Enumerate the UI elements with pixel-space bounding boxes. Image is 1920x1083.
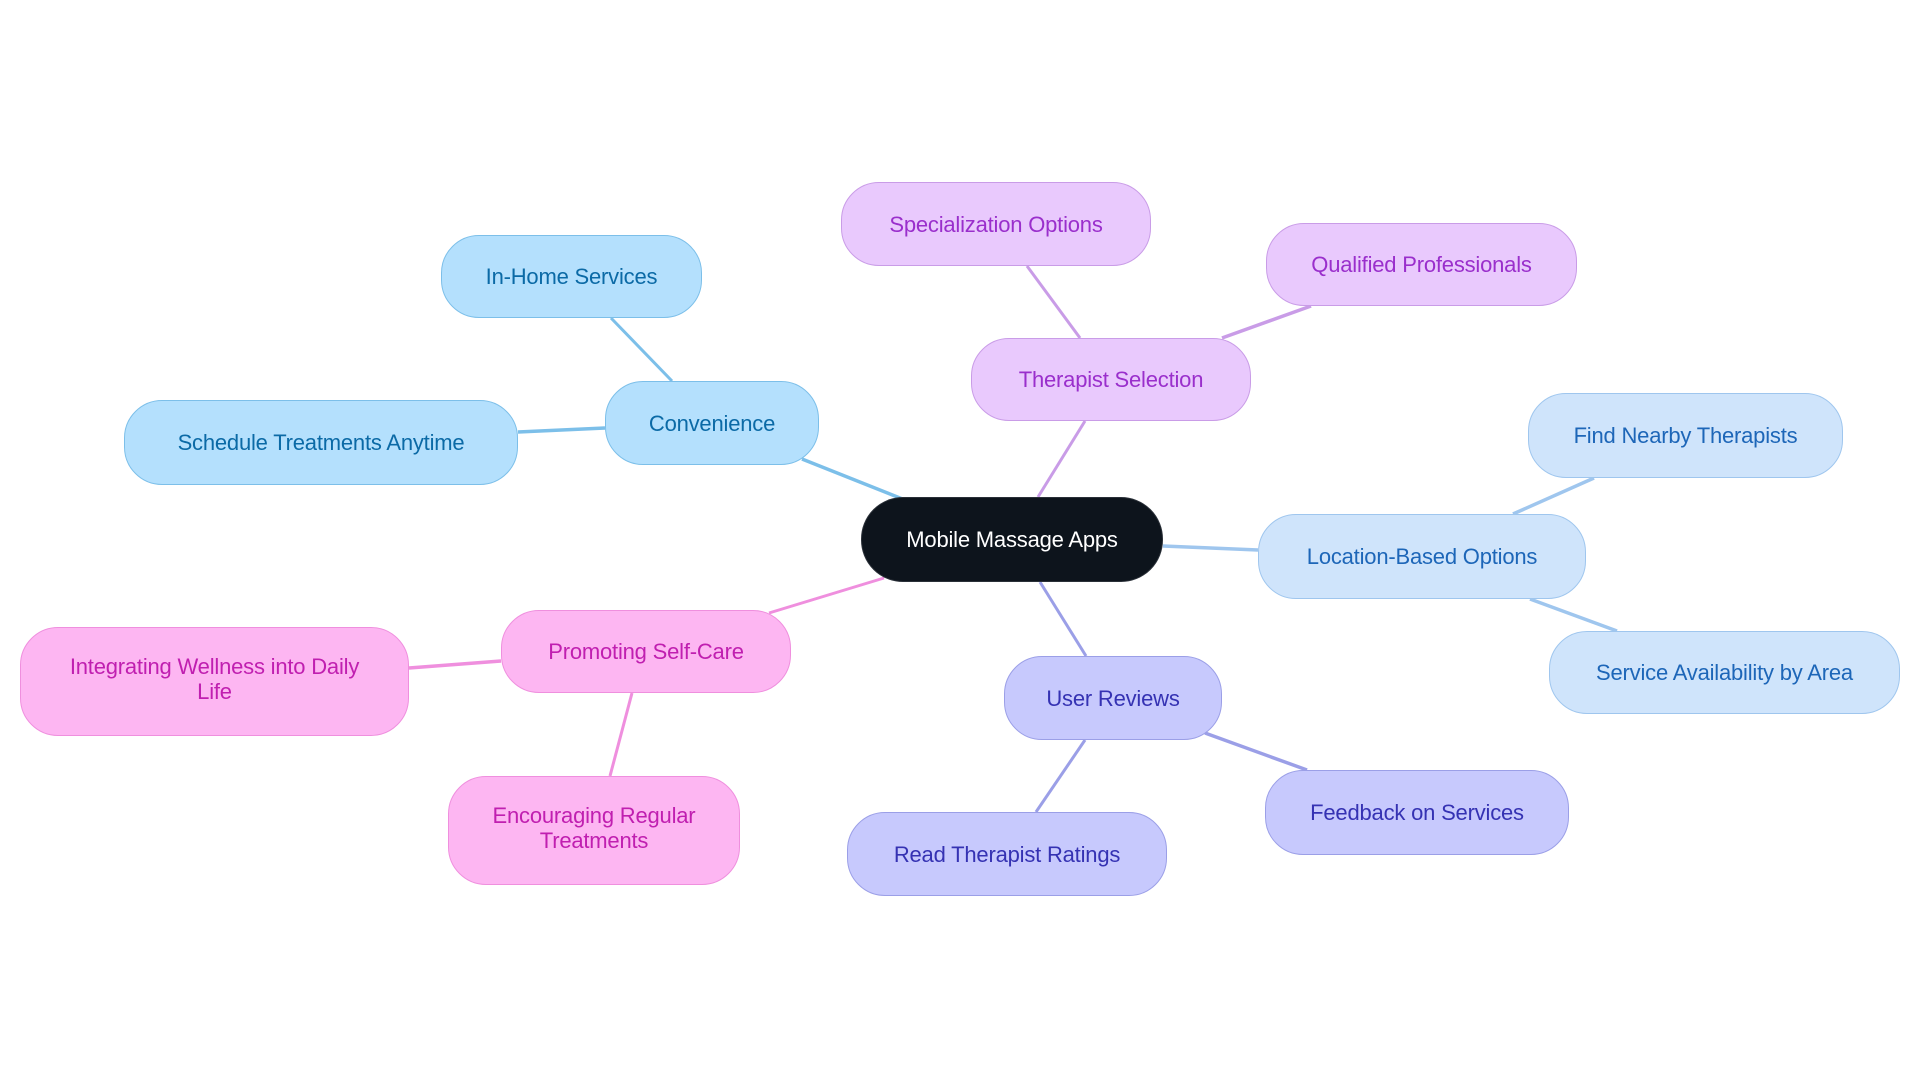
edge-root-convenience (801, 457, 906, 502)
node-label: Encouraging Regular Treatments (492, 803, 696, 853)
node-label: Specialization Options (889, 211, 1103, 237)
node-convenience[interactable]: Convenience (605, 381, 819, 465)
node-label: Mobile Massage Apps (906, 527, 1118, 552)
node-read-therapist-ratings[interactable]: Read Therapist Ratings (847, 812, 1167, 896)
node-therapist-selection[interactable]: Therapist Selection (971, 338, 1251, 421)
node-label: In-Home Services (485, 264, 658, 289)
node-service-availability[interactable]: Service Availability by Area (1549, 631, 1900, 714)
edge-root-location (1162, 544, 1259, 552)
edge-therapist-qualified (1221, 304, 1312, 340)
node-label: Read Therapist Ratings (893, 841, 1121, 867)
edge-root-therapist-selection (1036, 420, 1087, 498)
edge-reviews-ratings (1034, 739, 1087, 813)
edge-convenience-schedule (517, 426, 606, 434)
edge-therapist-specialization (1025, 265, 1082, 339)
node-label: User Reviews (1046, 685, 1180, 711)
edge-self-care-wellness (408, 659, 502, 670)
node-label: Schedule Treatments Anytime (177, 430, 465, 455)
node-feedback-on-services[interactable]: Feedback on Services (1265, 770, 1569, 855)
edge-convenience-in-home (609, 316, 674, 383)
node-in-home-services[interactable]: In-Home Services (441, 235, 702, 318)
node-label: Therapist Selection (1018, 367, 1204, 392)
node-label: Convenience (648, 410, 776, 436)
edge-self-care-regular (608, 692, 634, 777)
edge-location-find-nearby (1512, 476, 1595, 516)
node-user-reviews[interactable]: User Reviews (1004, 656, 1222, 740)
edge-root-self-care (768, 576, 885, 615)
node-label: Feedback on Services (1310, 800, 1524, 825)
node-label: Service Availability by Area (1596, 660, 1853, 685)
node-location-based-options[interactable]: Location-Based Options (1258, 514, 1586, 599)
node-label: Location-Based Options (1306, 544, 1538, 569)
node-label: Integrating Wellness into Daily Life (69, 654, 360, 704)
node-label: Find Nearby Therapists (1573, 423, 1798, 448)
node-label: Promoting Self-Care (548, 639, 744, 664)
node-integrating-wellness[interactable]: Integrating Wellness into Daily Life (20, 627, 409, 736)
node-find-nearby-therapists[interactable]: Find Nearby Therapists (1528, 393, 1843, 478)
node-label: Qualified Professionals (1311, 252, 1532, 277)
node-specialization-options[interactable]: Specialization Options (841, 182, 1151, 266)
edge-reviews-feedback (1204, 731, 1308, 772)
node-promoting-self-care[interactable]: Promoting Self-Care (501, 610, 791, 693)
node-qualified-professionals[interactable]: Qualified Professionals (1266, 223, 1577, 306)
node-encouraging-regular-treatments[interactable]: Encouraging Regular Treatments (448, 776, 740, 885)
node-schedule-treatments[interactable]: Schedule Treatments Anytime (124, 400, 518, 485)
edge-root-user-reviews (1038, 581, 1088, 657)
node-root[interactable]: Mobile Massage Apps (861, 497, 1163, 582)
edge-location-availability (1529, 597, 1618, 633)
